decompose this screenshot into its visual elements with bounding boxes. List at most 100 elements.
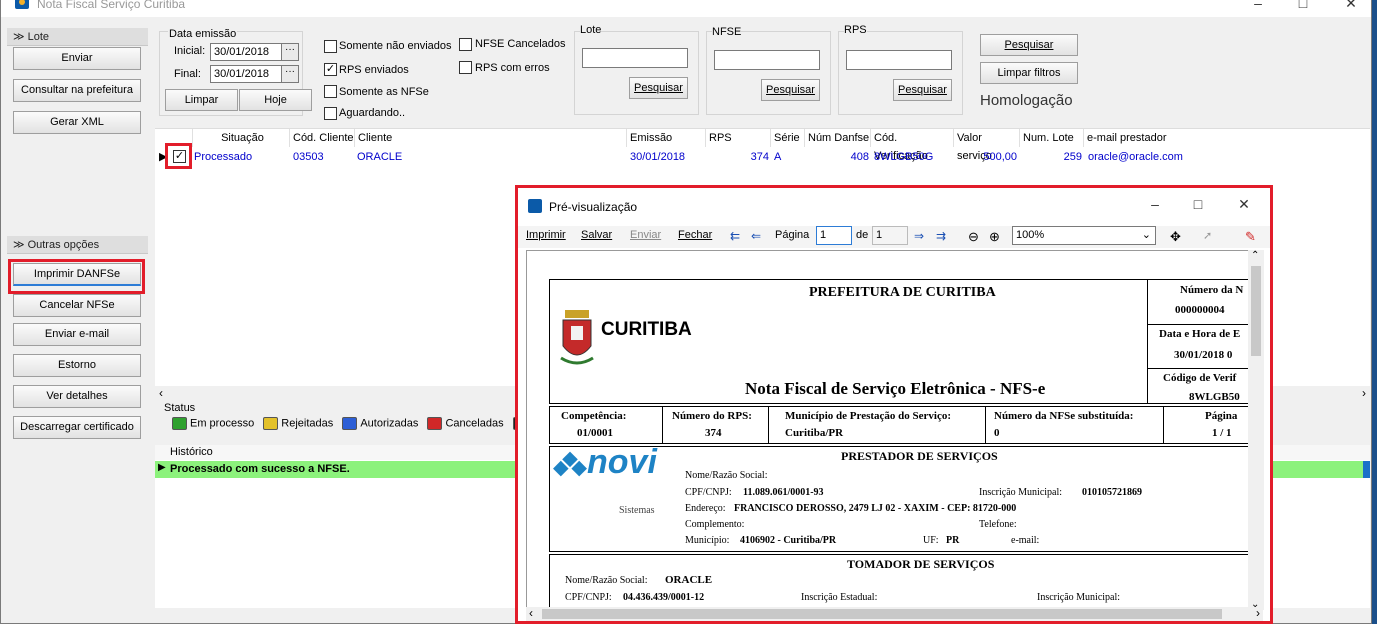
sidebar: ≫ Lote Enviar Consultar na prefeitura Ge… (7, 28, 148, 618)
preview-app-icon (528, 199, 542, 213)
cell-cod-verificacao: 8WLGB50G (874, 151, 934, 163)
enviar-button[interactable]: Enviar (13, 47, 141, 70)
preview-horizontal-scrollbar[interactable]: ‹ › (526, 606, 1263, 621)
outras-header-label: Outras opções (27, 239, 100, 251)
lote-input[interactable] (582, 48, 688, 68)
rps-com-erros-checkbox[interactable] (459, 61, 472, 74)
minimize-icon[interactable]: – (1246, 0, 1270, 11)
first-page-icon[interactable]: ⇇ (730, 229, 740, 243)
rejeitadas-swatch (263, 417, 279, 430)
grid-header-num-danfse[interactable]: Núm Danfse (805, 129, 871, 147)
inicial-date-input[interactable]: 30/01/2018 (210, 43, 282, 61)
tomador-nome-label: Nome/Razão Social: (565, 575, 648, 586)
lote-group-header[interactable]: ≫ Lote (7, 28, 148, 46)
maximize-icon[interactable]: □ (1186, 196, 1210, 212)
somente-nao-enviados-checkbox[interactable] (324, 40, 337, 53)
outras-group-header[interactable]: ≫ Outras opções (7, 236, 148, 254)
fechar-button[interactable]: Fechar (678, 229, 712, 241)
grid-header-emissao[interactable]: Emissão (627, 129, 706, 147)
autorizadas-swatch (342, 417, 358, 430)
endereco-value: FRANCISCO DEROSSO, 2479 LJ 02 - XAXIM - … (734, 503, 1017, 514)
grid-header-cod-verificacao[interactable]: Cód. Verificação (871, 129, 954, 162)
cell-num-danfse: 408 (850, 151, 869, 163)
enviar-button[interactable]: Enviar (630, 229, 661, 241)
scroll-left-icon[interactable]: ‹ (529, 606, 533, 620)
preview-vertical-scrollbar[interactable]: ⌃ ⌄ (1248, 250, 1264, 610)
nfse-substituida-label: Número da NFSe substituída: (994, 410, 1134, 422)
app-icon (15, 0, 29, 9)
nfse-cancelados-checkbox[interactable] (459, 38, 472, 51)
uf-label: UF: (923, 535, 939, 546)
minimize-icon[interactable]: – (1143, 196, 1167, 212)
row-pointer-icon: ▶ (158, 462, 166, 473)
salvar-button[interactable]: Salvar (581, 229, 612, 241)
lote-header-label: Lote (27, 31, 49, 43)
grid-header-cliente[interactable]: Cliente (355, 129, 627, 147)
grid-header-num-lote[interactable]: Num. Lote (1020, 129, 1084, 147)
chevron-up-icon: ≫ (13, 239, 25, 251)
prev-page-icon[interactable]: ⇐ (751, 229, 761, 243)
grid-header-situacao[interactable]: Situação (193, 129, 290, 147)
limpar-button[interactable]: Limpar (165, 89, 238, 111)
close-icon[interactable]: ✕ (1232, 196, 1256, 213)
lote-pesquisar-button[interactable]: Pesquisar (629, 77, 688, 99)
curitiba-logo: CURITIBA (601, 319, 692, 340)
grid-header-valor-servico[interactable]: Valor serviço (954, 129, 1020, 162)
novi-logo: novi (587, 443, 657, 481)
ver-detalhes-button[interactable]: Ver detalhes (13, 385, 141, 408)
hoje-button[interactable]: Hoje (239, 89, 312, 111)
grid-header-rps[interactable]: RPS (706, 129, 771, 147)
rps-enviados-checkbox[interactable]: ✓ (324, 63, 337, 76)
inicial-label: Inicial: (174, 45, 206, 57)
somente-nfse-checkbox[interactable] (324, 85, 337, 98)
grid-header-email[interactable]: e-mail prestador (1084, 129, 1370, 147)
gerar-xml-button[interactable]: Gerar XML (13, 111, 141, 134)
grid-header-cod-cliente[interactable]: Cód. Cliente (290, 129, 355, 147)
rps-input[interactable] (846, 50, 952, 70)
page-number-input[interactable]: 1 (816, 226, 852, 245)
scroll-thumb[interactable] (542, 609, 1222, 619)
zoom-out-icon[interactable]: ⊖ (968, 229, 979, 245)
final-picker-button[interactable]: ··· (281, 65, 299, 83)
hand-icon[interactable]: ✎ (1245, 229, 1256, 245)
tomador-nome-value: ORACLE (665, 574, 713, 586)
limpar-filtros-button[interactable]: Limpar filtros (980, 62, 1078, 84)
move-icon[interactable]: ✥ (1170, 229, 1181, 245)
maximize-icon[interactable]: □ (1291, 0, 1315, 11)
grid-header-serie[interactable]: Série (771, 129, 805, 147)
cell-serie: A (774, 151, 782, 163)
aguardando-checkbox[interactable] (324, 107, 337, 120)
zoom-select[interactable]: 100% ⌄ (1012, 226, 1156, 245)
ambiente-label: Homologação (980, 92, 1073, 109)
last-page-icon[interactable]: ⇉ (936, 229, 946, 243)
novi-subtitle: Sistemas (619, 505, 655, 516)
enviar-email-button[interactable]: Enviar e-mail (13, 323, 141, 346)
inicial-picker-button[interactable]: ··· (281, 43, 299, 61)
scroll-thumb[interactable] (1251, 266, 1261, 356)
imprimir-button[interactable]: Imprimir (526, 229, 566, 241)
cell-emissao: 30/01/2018 (630, 151, 686, 163)
nfse-pesquisar-button[interactable]: Pesquisar (761, 79, 820, 101)
preview-title-bar: Pré-visualização – □ ✕ (518, 188, 1270, 226)
next-page-icon[interactable]: ⇒ (914, 229, 924, 243)
zoom-in-icon[interactable]: ⊕ (989, 229, 1000, 245)
lote-group (574, 31, 699, 115)
scroll-up-icon[interactable]: ⌃ (1251, 250, 1259, 261)
close-icon[interactable]: ✕ (1339, 0, 1363, 12)
nfse-group (706, 31, 831, 115)
rps-pesquisar-button[interactable]: Pesquisar (893, 79, 952, 101)
curitiba-coat-of-arms-icon (559, 306, 595, 370)
estorno-button[interactable]: Estorno (13, 354, 141, 377)
cancelar-nfse-button[interactable]: Cancelar NFSe (13, 294, 141, 317)
pointer-icon[interactable]: ➚ (1203, 229, 1212, 242)
descarregar-certificado-button[interactable]: Descarregar certificado (13, 416, 141, 439)
pesquisar-button[interactable]: Pesquisar (980, 34, 1078, 56)
scroll-left-icon[interactable]: ‹ (159, 386, 163, 400)
final-date-input[interactable]: 30/01/2018 (210, 65, 282, 83)
scroll-right-icon[interactable]: › (1256, 606, 1260, 620)
nfse-input[interactable] (714, 50, 820, 70)
nfse-substituida-value: 0 (994, 427, 1000, 439)
nome-label: Nome/Razão Social: (685, 470, 768, 481)
consultar-prefeitura-button[interactable]: Consultar na prefeitura (13, 79, 141, 102)
scroll-right-icon[interactable]: › (1362, 386, 1366, 400)
